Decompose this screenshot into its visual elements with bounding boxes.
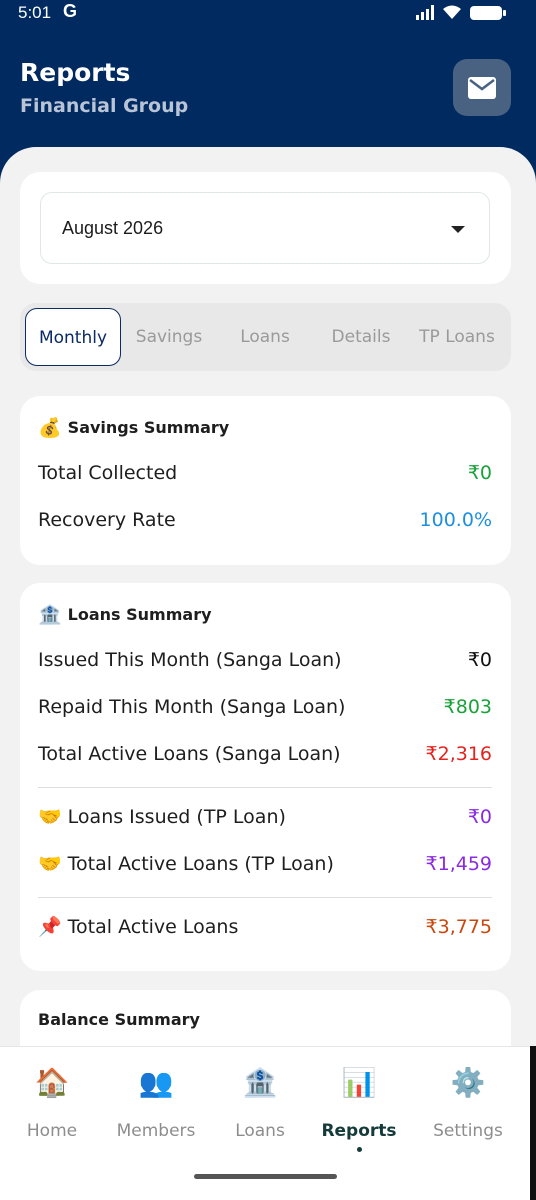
- tp-issued-label-wrap: 🤝 Loans Issued (TP Loan): [38, 805, 286, 829]
- nav-reports[interactable]: 📊 Reports: [307, 1063, 411, 1152]
- issued-sanga-row: Issued This Month (Sanga Loan) ₹0: [38, 649, 492, 671]
- repaid-sanga-row: Repaid This Month (Sanga Loan) ₹803: [38, 696, 492, 718]
- tab-loans[interactable]: Loans: [217, 308, 313, 366]
- caret-down-icon: [451, 226, 465, 233]
- handshake-icon: 🤝: [38, 853, 62, 875]
- pushpin-icon: 📌: [38, 916, 62, 938]
- month-value: August 2026: [62, 218, 164, 238]
- screen: 5:01 G Reports Financial Group August 20…: [0, 0, 536, 1200]
- nav-loans[interactable]: 🏦 Loans: [208, 1063, 312, 1141]
- bank-icon: 🏦: [38, 604, 62, 626]
- tp-active-row: 🤝 Total Active Loans (TP Loan) ₹1,459: [38, 852, 492, 876]
- handshake-icon: 🤝: [38, 806, 62, 828]
- tab-details[interactable]: Details: [313, 308, 409, 366]
- total-active-label: Total Active Loans: [67, 915, 239, 938]
- balance-summary-title: Balance Summary: [38, 1010, 200, 1029]
- tp-active-label-wrap: 🤝 Total Active Loans (TP Loan): [38, 852, 334, 876]
- mail-icon: [468, 76, 496, 99]
- bank-icon: 🏦: [242, 1066, 278, 1099]
- active-indicator-dot: [356, 1147, 362, 1152]
- nav-settings[interactable]: ⚙️ Settings: [416, 1063, 520, 1141]
- nav-settings-label: Settings: [433, 1121, 503, 1141]
- signal-icon: [416, 5, 434, 20]
- nav-members[interactable]: 👥 Members: [104, 1063, 208, 1141]
- issued-sanga-value: ₹0: [467, 649, 492, 671]
- status-bar: 5:01 G: [0, 0, 536, 28]
- issued-sanga-label: Issued This Month (Sanga Loan): [38, 649, 342, 671]
- tab-savings[interactable]: Savings: [121, 308, 217, 366]
- status-icons: [416, 5, 506, 20]
- savings-summary-title: 💰 Savings Summary: [38, 416, 229, 439]
- month-card: August 2026: [20, 172, 511, 284]
- month-dropdown[interactable]: August 2026: [40, 192, 490, 264]
- page-subtitle: Financial Group: [20, 95, 189, 117]
- tp-issued-value: ₹0: [467, 805, 492, 828]
- tp-issued-label: Loans Issued (TP Loan): [67, 805, 286, 828]
- home-icon: 🏠: [34, 1066, 70, 1099]
- active-sanga-value: ₹2,316: [425, 743, 492, 765]
- recovery-rate-row: Recovery Rate 100.0%: [38, 509, 492, 531]
- content-sheet: August 2026 Monthly Savings Loans Detail…: [0, 147, 536, 1200]
- mail-button[interactable]: [453, 59, 511, 116]
- loans-summary-card: 🏦 Loans Summary Issued This Month (Sanga…: [20, 583, 511, 971]
- total-collected-label: Total Collected: [38, 462, 178, 484]
- gear-icon: ⚙️: [450, 1066, 486, 1099]
- edge-bar: [530, 1046, 536, 1200]
- total-active-label-wrap: 📌 Total Active Loans: [38, 915, 239, 939]
- google-icon: G: [63, 1, 78, 21]
- nav-home-label: Home: [26, 1121, 78, 1141]
- nav-reports-label: Reports: [321, 1121, 397, 1141]
- status-time: 5:01: [18, 3, 52, 22]
- total-collected-value: ₹0: [467, 462, 492, 484]
- loans-summary-label: Loans Summary: [67, 605, 212, 624]
- active-sanga-row: Total Active Loans (Sanga Loan) ₹2,316: [38, 743, 492, 765]
- nav-home[interactable]: 🏠 Home: [0, 1063, 104, 1141]
- divider: [38, 787, 492, 788]
- repaid-sanga-label: Repaid This Month (Sanga Loan): [38, 696, 346, 718]
- recovery-rate-label: Recovery Rate: [38, 509, 176, 531]
- total-active-row: 📌 Total Active Loans ₹3,775: [38, 915, 492, 939]
- repaid-sanga-value: ₹803: [443, 696, 492, 718]
- savings-summary-card: 💰 Savings Summary Total Collected ₹0 Rec…: [20, 396, 511, 565]
- tp-issued-row: 🤝 Loans Issued (TP Loan) ₹0: [38, 805, 492, 829]
- loans-summary-title: 🏦 Loans Summary: [38, 603, 212, 626]
- tab-tp-loans[interactable]: TP Loans: [409, 308, 505, 366]
- page-title: Reports: [20, 58, 131, 87]
- members-icon: 👥: [138, 1066, 174, 1099]
- chart-icon: 📊: [341, 1066, 377, 1099]
- active-sanga-label: Total Active Loans (Sanga Loan): [38, 743, 341, 765]
- home-indicator[interactable]: [194, 1174, 337, 1179]
- report-tabs: Monthly Savings Loans Details TP Loans: [20, 303, 511, 371]
- money-bag-icon: 💰: [38, 417, 62, 439]
- recovery-rate-value: 100.0%: [419, 509, 492, 531]
- total-active-value: ₹3,775: [425, 915, 492, 938]
- savings-summary-label: Savings Summary: [67, 418, 230, 437]
- tab-monthly[interactable]: Monthly: [25, 308, 121, 366]
- tp-active-label: Total Active Loans (TP Loan): [67, 852, 334, 875]
- tp-active-value: ₹1,459: [425, 852, 492, 875]
- nav-loans-label: Loans: [235, 1121, 285, 1141]
- total-collected-row: Total Collected ₹0: [38, 462, 492, 484]
- divider: [38, 897, 492, 898]
- battery-icon: [470, 5, 506, 20]
- nav-members-label: Members: [116, 1121, 196, 1141]
- wifi-icon: [443, 5, 461, 19]
